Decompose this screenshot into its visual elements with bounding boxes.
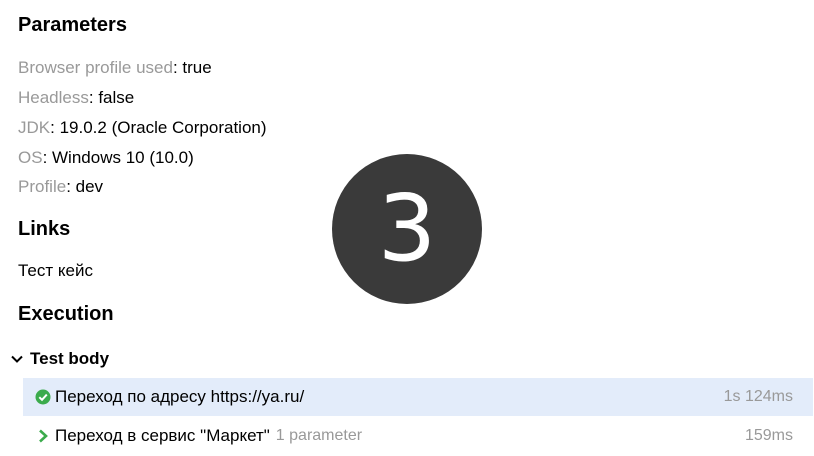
test-case-link[interactable]: Тест кейс (18, 261, 93, 281)
parameters-title: Parameters (18, 14, 127, 36)
execution-title: Execution (18, 303, 114, 325)
param-row: JDK: 19.0.2 (Oracle Corporation) (18, 118, 267, 138)
test-result-page: Parameters Browser profile used: true He… (0, 0, 814, 456)
param-value: true (182, 58, 212, 77)
param-value: dev (75, 177, 104, 196)
param-name: OS (18, 148, 43, 167)
step-duration: 159ms (744, 427, 793, 444)
param-row: Browser profile used: true (18, 58, 212, 78)
step-params: 1 parameter (275, 427, 363, 444)
param-name: Profile (18, 177, 67, 196)
test-body-toggle[interactable]: Test body (10, 348, 109, 370)
param-value: false (98, 88, 135, 107)
param-row: OS: Windows 10 (10.0) (18, 148, 194, 168)
chevron-right-icon (39, 429, 48, 443)
check-circle-icon (35, 389, 51, 405)
param-row: Headless: false (18, 88, 134, 108)
chevron-down-icon (11, 355, 23, 363)
param-separator: : (88, 88, 99, 107)
param-separator: : (172, 58, 183, 77)
test-body-label: Test body (30, 349, 110, 368)
param-name: JDK (18, 118, 51, 137)
param-row: Profile: dev (18, 177, 103, 197)
param-value: Windows 10 (10.0) (52, 148, 194, 167)
step-title: Переход в сервис "Маркет" (55, 426, 270, 445)
param-separator: : (42, 148, 53, 167)
param-name: Browser profile used (18, 58, 173, 77)
step-row[interactable]: Переход в сервис "Маркет" 1 parameter 15… (23, 417, 813, 455)
param-name: Headless (18, 88, 89, 107)
param-value: 19.0.2 (Oracle Corporation) (59, 118, 267, 137)
step-number-badge: 3 (332, 154, 482, 304)
step-row[interactable]: Переход по адресу https://ya.ru/ 1s 124m… (23, 378, 813, 416)
param-separator: : (66, 177, 76, 196)
param-separator: : (50, 118, 60, 137)
links-title: Links (18, 218, 71, 240)
step-duration: 1s 124ms (723, 388, 793, 405)
step-title: Переход по адресу https://ya.ru/ (55, 387, 305, 406)
